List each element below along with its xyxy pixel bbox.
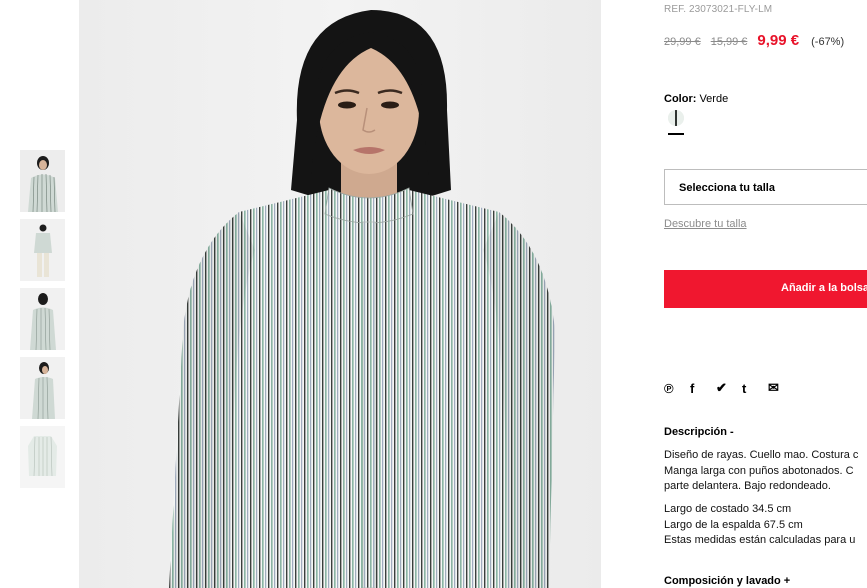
thumbnail-3[interactable] [20, 288, 65, 350]
description-text: Diseño de rayas. Cuello mao. Costura c M… [664, 448, 858, 495]
size-select[interactable]: Selecciona tu talla [664, 169, 867, 205]
tumblr-icon[interactable]: t [742, 381, 768, 396]
measurement-line: Largo de la espalda 67.5 cm [664, 518, 803, 531]
color-swatch-verde[interactable] [668, 110, 684, 126]
thumbnail-2[interactable] [20, 219, 65, 281]
description-line: parte delantera. Bajo redondeado. [664, 480, 831, 492]
share-icons: ℗ f ✔ t ✉ [664, 380, 794, 396]
facebook-icon[interactable]: f [690, 381, 716, 396]
selected-swatch-indicator [668, 133, 684, 135]
price-previous: 15,99 € [710, 36, 748, 48]
color-label-key: Color: [664, 93, 697, 105]
measurement-line: Largo de costado 34.5 cm [664, 503, 792, 515]
product-info-panel: REF. 23073021-FLY-LM 29,99 € 15,99 € 9,9… [664, 0, 867, 588]
price-row: 29,99 € 15,99 € 9,99 € (-67%) [664, 32, 844, 49]
thumbnail-5[interactable] [20, 426, 65, 488]
color-label: Color: Verde [664, 93, 728, 105]
discount-badge: (-67%) [811, 36, 845, 48]
description-toggle[interactable]: Descripción - [664, 426, 734, 438]
main-product-image[interactable] [79, 0, 601, 588]
description-line: Diseño de rayas. Cuello mao. Costura c [664, 449, 859, 461]
description-line: Manga larga con puños abotonados. C [664, 464, 854, 477]
measurement-line: Estas medidas están calculadas para u [664, 534, 856, 546]
measurements-text: Largo de costado 34.5 cm Largo de la esp… [664, 502, 855, 549]
color-value: Verde [699, 93, 729, 105]
composition-toggle[interactable]: Composición y lavado + [664, 575, 790, 587]
price-original: 29,99 € [664, 36, 701, 48]
thumbnail-4[interactable] [20, 357, 65, 419]
add-to-bag-button[interactable]: Añadir a la bolsa [664, 270, 867, 308]
email-icon[interactable]: ✉ [768, 380, 794, 396]
thumbnail-1[interactable] [20, 150, 65, 212]
pinterest-icon[interactable]: ℗ [664, 381, 690, 396]
product-reference: REF. 23073021-FLY-LM [664, 4, 773, 15]
size-guide-link[interactable]: Descubre tu talla [664, 218, 747, 230]
twitter-icon[interactable]: ✔ [716, 380, 742, 396]
thumbnail-gallery [20, 150, 65, 495]
price-current: 9,99 € [757, 32, 800, 49]
